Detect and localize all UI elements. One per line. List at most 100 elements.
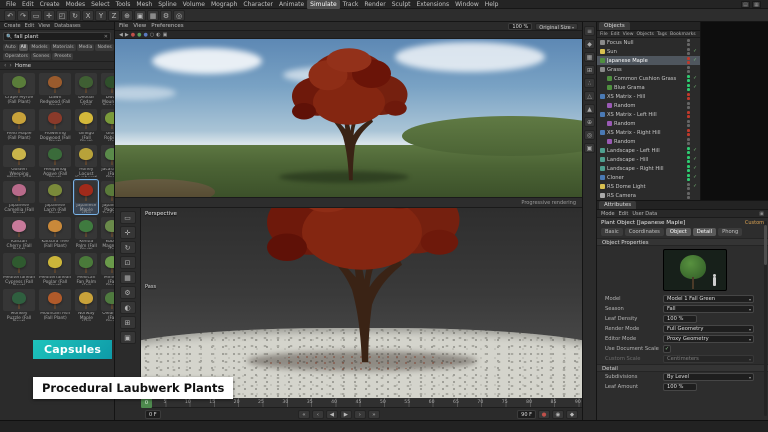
object-tree-row[interactable]: XS Matrix - Right Hill [597, 128, 700, 137]
edges-mode-icon[interactable]: △ [584, 91, 595, 101]
object-tree-row[interactable]: Cloner ✓ [597, 173, 700, 182]
next-image-icon[interactable]: ▶ [125, 31, 129, 39]
render-visibility-dot[interactable] [687, 106, 690, 109]
menubar-item[interactable]: Sculpt [389, 0, 414, 9]
asset-item[interactable]: Jacaranda (Fall Plant) [100, 144, 114, 178]
object-tree-row[interactable]: Random [597, 101, 700, 110]
editor-visibility-dot[interactable] [687, 147, 690, 150]
object-manager-menu-item[interactable]: Edit [611, 32, 620, 37]
viewport-move-icon[interactable]: ✛ [120, 226, 136, 239]
snapshot-viewport-icon[interactable]: ▣ [120, 331, 136, 344]
asset-item[interactable]: Kanzan Cherry (Fall Plant) [2, 216, 36, 250]
asset-item[interactable]: Honey Locust 'Sunburst' (Fall Plant) [74, 144, 98, 178]
keyframe-selection-icon[interactable]: ◆ [566, 410, 578, 419]
z-axis-icon[interactable]: Z [108, 10, 120, 21]
asset-item[interactable]: Japanese Pagoda Tree (Fall Plant) [100, 180, 114, 214]
editor-visibility-dot[interactable] [687, 174, 690, 177]
visibility-dots[interactable] [687, 39, 690, 45]
redo-icon[interactable]: ↷ [17, 10, 29, 21]
visibility-dots[interactable] [687, 129, 690, 135]
timeline-ruler[interactable]: 0 5 10 15 20 25 30 [141, 398, 582, 408]
rendered-image[interactable] [115, 39, 582, 197]
menubar-item[interactable]: Render [361, 0, 388, 9]
render-visibility-dot[interactable] [687, 133, 690, 136]
visibility-dots[interactable] [687, 183, 690, 189]
viewport-frame-icon[interactable]: ⊡ [120, 256, 136, 269]
asset-item[interactable]: Oleander (Fall Plant) [100, 288, 114, 322]
visibility-dots[interactable] [687, 165, 690, 171]
menubar-item[interactable]: Character [240, 0, 276, 9]
attribute-tab[interactable]: Detail [693, 228, 716, 236]
asset-item[interactable]: Kobus Magnolia (Fall Plant) [100, 216, 114, 250]
asset-item[interactable]: Golden Weeping Willow (Fall Plant) [2, 144, 36, 178]
object-tree-row[interactable]: RS Dome Light ✓ [597, 182, 700, 191]
section-header-detail[interactable]: Detail [597, 364, 768, 372]
back-icon[interactable]: ‹ [4, 62, 6, 69]
asset-browser-menu-item[interactable]: Edit [25, 23, 35, 29]
editor-visibility-dot[interactable] [687, 48, 690, 51]
grid-toggle-icon[interactable]: ⊞ [120, 316, 136, 329]
enable-checkmark[interactable]: ✓ [692, 148, 698, 153]
enable-checkmark[interactable]: ✓ [692, 184, 698, 189]
previous-image-icon[interactable]: ◀ [119, 31, 123, 39]
enable-checkmark[interactable]: ✓ [692, 76, 698, 81]
section-header[interactable]: Object Properties [597, 238, 768, 246]
fit-mode-dropdown[interactable]: Original Size [535, 23, 578, 30]
asset-item[interactable]: Mexican Fan Palm (Fall Plant) [74, 252, 98, 286]
asset-browser-menu-item[interactable]: View [38, 23, 50, 29]
zoom-level-field[interactable]: 100 % [508, 23, 532, 30]
render-visibility-dot[interactable] [687, 52, 690, 55]
asset-item[interactable]: Dawn Redwood (Fall Plant) [38, 72, 72, 106]
x-axis-icon[interactable]: X [82, 10, 94, 21]
end-frame-field[interactable]: 90 F [517, 410, 536, 419]
viewport-settings-icon[interactable]: ⚙ [120, 286, 136, 299]
visibility-dots[interactable] [687, 156, 690, 162]
editor-visibility-dot[interactable] [687, 57, 690, 60]
asset-item[interactable]: Japanese Larch (Fall Plant) [38, 180, 72, 214]
model-mode-icon[interactable]: ◆ [584, 39, 595, 49]
menubar-item[interactable]: Simulate [307, 0, 340, 9]
menubar-item[interactable]: Spline [155, 0, 179, 9]
menubar-item[interactable]: Tools [113, 0, 134, 9]
asset-browser-menu-item[interactable]: Create [4, 23, 21, 29]
asset-filter-chip[interactable]: Auto [3, 44, 18, 51]
breadcrumb[interactable]: Home [15, 63, 31, 69]
next-frame-icon[interactable]: › [354, 410, 366, 419]
field-value[interactable]: Fall [663, 305, 754, 313]
snapshot-icon[interactable]: ▣ [163, 31, 168, 39]
interactive-render-icon[interactable]: ◎ [173, 10, 185, 21]
y-axis-icon[interactable]: Y [95, 10, 107, 21]
field-value[interactable]: Proxy Geometry [663, 335, 754, 343]
editor-visibility-dot[interactable] [687, 75, 690, 78]
asset-item[interactable]: Japanese Camellia (Fall Plant) [2, 180, 36, 214]
visibility-dots[interactable] [687, 111, 690, 117]
rotate-tool-icon[interactable]: ↻ [69, 10, 81, 21]
object-tree-row[interactable]: Landscape - Right Hill ✓ [597, 164, 700, 173]
editor-visibility-dot[interactable] [687, 84, 690, 87]
layout-panels-icon[interactable]: ▤ [741, 1, 750, 8]
render-visibility-dot[interactable] [687, 196, 690, 199]
render-visibility-dot[interactable] [687, 178, 690, 181]
editor-visibility-dot[interactable] [687, 129, 690, 132]
undo-icon[interactable]: ↶ [4, 10, 16, 21]
asset-item[interactable]: Kentia Palm (Fall Plant) [74, 216, 98, 250]
object-tree-row[interactable]: Sun ✓ [597, 47, 700, 56]
render-visibility-dot[interactable] [687, 79, 690, 82]
object-tree-row[interactable]: XS Matrix - Left Hill [597, 110, 700, 119]
editor-visibility-dot[interactable] [687, 192, 690, 195]
make-editable-icon[interactable]: ≡ [584, 26, 595, 36]
asset-item[interactable]: Ginkgo (Fall Plant) [74, 108, 98, 142]
asset-item[interactable]: Mediterranean Poplar (Fall Plant) [38, 252, 72, 286]
field-value[interactable]: 100 % [663, 315, 697, 323]
editor-visibility-dot[interactable] [687, 111, 690, 114]
attribute-menu-item[interactable]: Edit [619, 211, 629, 217]
menubar-item[interactable]: Window [452, 0, 482, 9]
field-value[interactable]: By Level [663, 373, 754, 381]
picture-viewer-menu-item[interactable]: Preferences [151, 23, 183, 29]
enable-checkmark[interactable]: ✓ [692, 166, 698, 171]
shading-icon[interactable]: ◐ [120, 301, 136, 314]
layout-grid-icon[interactable]: ▦ [752, 1, 761, 8]
object-manager-menu-item[interactable]: Bookmarks [670, 32, 696, 37]
editor-visibility-dot[interactable] [687, 156, 690, 159]
visibility-dots[interactable] [687, 174, 690, 180]
